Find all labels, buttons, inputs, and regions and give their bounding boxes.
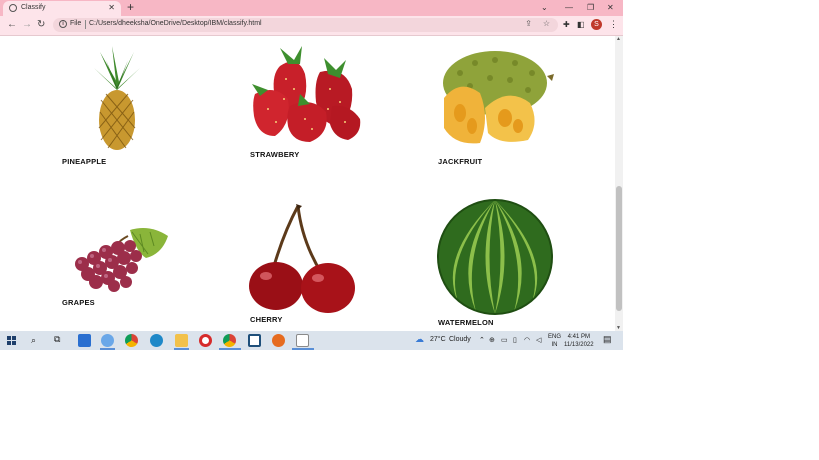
- clock[interactable]: 4:41 PM 11/13/2022: [564, 333, 594, 349]
- sidebar-icon[interactable]: ◧: [577, 20, 585, 29]
- strawberry-image: [252, 46, 361, 142]
- globe-icon: [9, 4, 17, 12]
- reload-icon[interactable]: ↻: [37, 19, 45, 31]
- pineapple-image: [94, 46, 140, 150]
- close-window-icon[interactable]: ✕: [607, 3, 614, 12]
- minimize-icon[interactable]: —: [565, 3, 573, 12]
- task-view-icon[interactable]: ⧉: [54, 334, 60, 345]
- weather-temp[interactable]: 27°C: [430, 336, 446, 343]
- app-orange-icon[interactable]: [272, 334, 285, 347]
- edge-icon[interactable]: [150, 334, 163, 347]
- forward-icon[interactable]: →: [22, 19, 32, 31]
- app-window-icon[interactable]: [248, 334, 261, 347]
- address-scheme: File: [70, 20, 82, 27]
- address-url[interactable]: C:/Users/dheeksha/OneDrive/Desktop/IBM/c…: [89, 20, 262, 27]
- language-bottom: IN: [551, 342, 558, 348]
- mail-icon[interactable]: [78, 334, 91, 347]
- wifi-icon[interactable]: ◠: [524, 336, 530, 344]
- cherry-image: [249, 204, 355, 313]
- fruit-label-cherry: CHERRY: [250, 315, 283, 324]
- display-icon[interactable]: ▭: [501, 336, 508, 344]
- language-indicator[interactable]: ENG IN: [548, 333, 561, 349]
- fruit-label-grapes: GRAPES: [62, 298, 95, 307]
- title-bar: Classify ✕ + ⌄ — ❐ ✕: [0, 0, 623, 16]
- profile-avatar[interactable]: S: [591, 19, 602, 30]
- clock-date: 11/13/2022: [564, 342, 594, 348]
- restore-icon[interactable]: ❐: [587, 3, 594, 12]
- fruit-label-pineapple: PINEAPPLE: [62, 157, 107, 166]
- address-bar[interactable]: i File C:/Users/dheeksha/OneDrive/Deskto…: [53, 18, 558, 32]
- file-explorer-icon[interactable]: [175, 334, 188, 347]
- active-app-indicator: [219, 348, 241, 350]
- info-icon[interactable]: i: [59, 20, 67, 28]
- fruit-label-strawbery: STRAWBERY: [250, 150, 300, 159]
- chrome-profile-icon[interactable]: [101, 334, 114, 347]
- tab-close-icon[interactable]: ✕: [108, 3, 115, 12]
- extensions-icon[interactable]: ✚: [563, 20, 570, 29]
- running-indicator: [100, 348, 115, 350]
- search-icon[interactable]: ⌕: [31, 335, 36, 346]
- chevron-up-icon[interactable]: ⌃: [479, 336, 485, 344]
- grapes-image: [75, 228, 168, 292]
- weather-desc[interactable]: Cloudy: [449, 336, 471, 343]
- fruit-label-watermelon: WATERMELON: [438, 318, 494, 327]
- tab-search-icon[interactable]: ⌄: [541, 3, 548, 12]
- browser-window: Classify ✕ + ⌄ — ❐ ✕ ← → ↻ i File C:/Use…: [0, 0, 623, 350]
- scroll-up-icon[interactable]: ▲: [616, 36, 621, 42]
- page-content: PINEAPPLE STRAWBERY JACKFRUIT GRAPES CHE…: [0, 36, 615, 331]
- language-top: ENG: [548, 334, 562, 340]
- notepad-icon[interactable]: [296, 334, 309, 347]
- clock-time: 4:41 PM: [567, 334, 590, 340]
- toolbar: ← → ↻ i File C:/Users/dheeksha/OneDrive/…: [0, 16, 623, 36]
- new-tab-button[interactable]: +: [127, 1, 134, 13]
- chrome-icon[interactable]: [125, 334, 138, 347]
- running-indicator: [292, 348, 314, 350]
- share-icon[interactable]: ⇪: [525, 19, 532, 28]
- windows-taskbar: ⌕ ⧉ ☁ 27°C Cloudy ⌃ ⊕ ▭ ▯ ◠ ◁ ENG IN 4:4…: [0, 331, 623, 350]
- address-divider: [85, 20, 86, 29]
- bookmark-star-icon[interactable]: ☆: [543, 19, 550, 28]
- network-globe-icon[interactable]: ⊕: [489, 336, 495, 344]
- back-icon[interactable]: ←: [7, 19, 17, 31]
- vertical-scrollbar[interactable]: ▲ ▼: [615, 36, 623, 331]
- jackfruit-image: [443, 51, 554, 144]
- cloud-icon[interactable]: ☁: [415, 334, 424, 345]
- menu-kebab-icon[interactable]: ⋮: [609, 19, 618, 30]
- battery-icon[interactable]: ▯: [513, 336, 517, 344]
- scroll-thumb[interactable]: [616, 186, 622, 311]
- running-indicator: [174, 348, 189, 350]
- notification-icon[interactable]: ▤: [603, 334, 612, 345]
- windows-start-icon[interactable]: [7, 336, 16, 345]
- opera-icon[interactable]: [199, 334, 212, 347]
- tab-title: Classify: [21, 4, 46, 11]
- tab-classify[interactable]: Classify ✕: [3, 1, 121, 16]
- watermelon-image: [437, 199, 553, 315]
- fruit-label-jackfruit: JACKFRUIT: [438, 157, 483, 166]
- chrome-active-icon[interactable]: [223, 334, 236, 347]
- volume-icon[interactable]: ◁: [536, 336, 541, 344]
